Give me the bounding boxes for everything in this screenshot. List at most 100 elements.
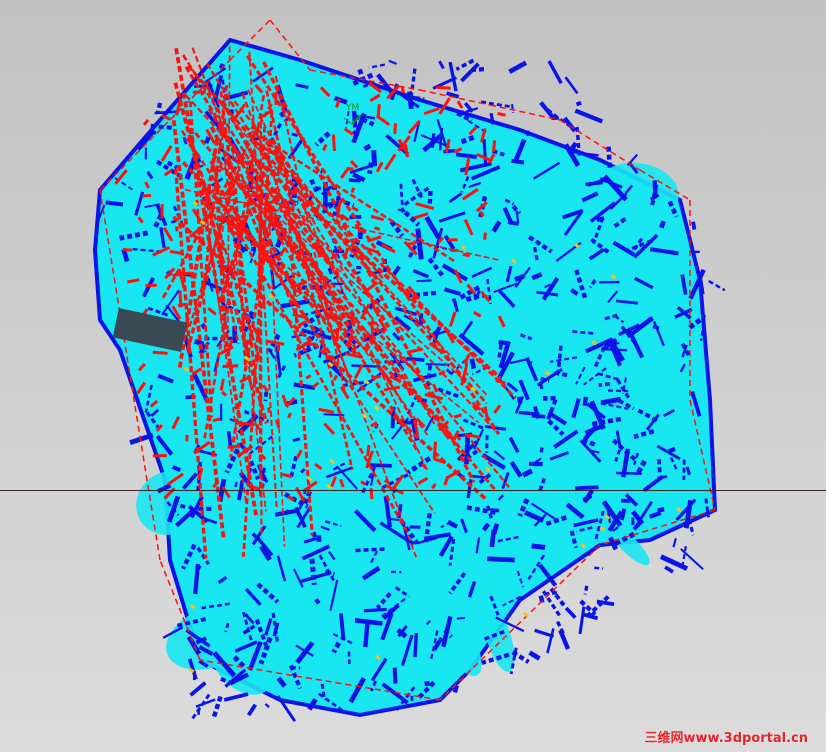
watermark: 三维网www.3dportal.cn bbox=[644, 731, 808, 746]
rapid-segment bbox=[483, 232, 487, 240]
cut-segment bbox=[672, 538, 677, 548]
rapid-segment bbox=[327, 260, 335, 265]
rapid-segment bbox=[462, 252, 470, 258]
rapid-segment bbox=[331, 134, 336, 152]
rapid-segment bbox=[453, 413, 462, 419]
cut-segment bbox=[464, 435, 471, 465]
cut-segment bbox=[291, 132, 298, 138]
rapid-segment bbox=[178, 290, 183, 308]
cut-segment bbox=[691, 221, 697, 230]
rapid-segment bbox=[267, 407, 271, 413]
cut-segment bbox=[204, 136, 211, 144]
rapid-segment bbox=[174, 226, 179, 232]
cut-segment bbox=[105, 200, 124, 207]
cut-segment bbox=[416, 279, 432, 283]
cut-segment bbox=[363, 607, 387, 613]
rapid-segment bbox=[288, 300, 299, 305]
cut-segment bbox=[652, 324, 660, 330]
cut-segment bbox=[546, 628, 555, 654]
toolpath-scene bbox=[92, 19, 726, 723]
cut-segment bbox=[570, 141, 578, 150]
rapid-segment bbox=[212, 417, 221, 423]
rapid-segment bbox=[198, 467, 204, 477]
rapid-segment bbox=[219, 378, 225, 391]
cut-segment bbox=[573, 100, 582, 108]
cut-segment bbox=[369, 463, 392, 468]
rapid-segment bbox=[373, 226, 381, 231]
rapid-segment bbox=[400, 86, 405, 94]
cut-segment bbox=[582, 396, 589, 406]
cut-segment bbox=[594, 566, 604, 570]
rapid-segment bbox=[249, 485, 261, 491]
rapid-segment bbox=[261, 297, 266, 309]
cut-segment bbox=[455, 152, 477, 159]
cut-segment bbox=[469, 358, 477, 370]
cut-segment bbox=[507, 220, 519, 226]
rapid-segment bbox=[190, 135, 195, 150]
cut-segment bbox=[193, 563, 201, 595]
rapid-segment bbox=[456, 100, 464, 109]
graphics-viewport[interactable]: YM 三维网www.3dportal.cn bbox=[0, 0, 826, 752]
rapid-segment bbox=[235, 214, 249, 220]
axis-label: YM bbox=[346, 103, 360, 113]
rapid-segment bbox=[200, 236, 206, 246]
rapid-segment bbox=[406, 241, 416, 247]
cut-segment bbox=[578, 606, 586, 635]
cut-segment bbox=[482, 139, 488, 166]
cut-segment bbox=[348, 178, 361, 183]
cut-segment bbox=[546, 591, 558, 596]
cut-segment bbox=[574, 108, 604, 124]
rapid-segment bbox=[227, 444, 241, 449]
rapid-segment bbox=[287, 412, 293, 419]
cut-segment bbox=[615, 471, 642, 475]
rapid-segment bbox=[335, 327, 340, 342]
cut-segment bbox=[388, 59, 397, 65]
rapid-segment bbox=[370, 321, 375, 336]
cut-segment bbox=[508, 60, 528, 74]
cut-segment bbox=[226, 431, 233, 448]
cut-segment bbox=[351, 110, 358, 128]
rapid-segment bbox=[255, 424, 260, 430]
rapid-segment bbox=[497, 111, 506, 117]
cut-segment bbox=[438, 60, 445, 70]
rapid-segment bbox=[346, 166, 354, 171]
cut-segment bbox=[455, 58, 475, 71]
cut-segment bbox=[413, 632, 419, 658]
cut-segment bbox=[150, 123, 172, 130]
cut-segment bbox=[415, 228, 424, 260]
cut-segment bbox=[246, 703, 257, 717]
cut-segment bbox=[531, 543, 546, 550]
cut-segment bbox=[708, 280, 726, 292]
cut-segment bbox=[195, 698, 216, 708]
cut-segment bbox=[547, 60, 563, 85]
cut-segment bbox=[491, 523, 500, 535]
cut-segment bbox=[562, 116, 577, 133]
cut-segment bbox=[490, 508, 500, 513]
cut-segment bbox=[363, 619, 370, 648]
cut-segment bbox=[575, 485, 599, 491]
rapid-segment bbox=[432, 441, 438, 459]
rapid-segment bbox=[350, 187, 356, 194]
cut-segment bbox=[510, 103, 515, 113]
horizon-line bbox=[0, 490, 826, 491]
cut-segment bbox=[668, 446, 676, 454]
cut-segment bbox=[697, 278, 705, 295]
cut-segment bbox=[585, 180, 603, 187]
cut-segment bbox=[155, 102, 163, 114]
rapid-segment bbox=[376, 104, 381, 117]
rapid-segment bbox=[169, 250, 184, 256]
rapid-segment bbox=[436, 85, 451, 90]
cut-segment bbox=[607, 389, 629, 393]
cut-segment bbox=[338, 613, 346, 641]
cut-segment bbox=[528, 650, 541, 661]
rapid-segment bbox=[222, 364, 239, 369]
cut-segment bbox=[664, 565, 674, 574]
cut-segment bbox=[489, 112, 495, 125]
cut-segment bbox=[371, 150, 378, 167]
cut-segment bbox=[223, 692, 249, 702]
cut-segment bbox=[191, 693, 211, 720]
cut-segment bbox=[392, 667, 398, 684]
cut-segment bbox=[456, 616, 466, 620]
cut-segment bbox=[564, 76, 579, 95]
cut-segment bbox=[657, 507, 665, 513]
